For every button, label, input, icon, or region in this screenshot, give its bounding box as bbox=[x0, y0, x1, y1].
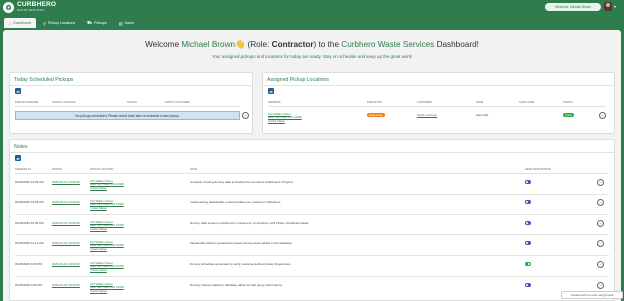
card-title: Today Scheduled Pickups bbox=[14, 77, 74, 83]
page-title: Welcome Michael Brown👋 (Role: Contractor… bbox=[145, 40, 479, 49]
more-options-button[interactable]: ⋯ bbox=[597, 220, 604, 227]
brand[interactable]: ♻ CURBHERO WASTE SERVICES bbox=[3, 2, 56, 13]
column-header[interactable]: PICKUP DATETIME bbox=[15, 101, 38, 104]
column-header[interactable]: NOTE bbox=[190, 168, 197, 171]
location-address[interactable]: 123 William Street New York, New York 10… bbox=[268, 112, 302, 123]
export-icon[interactable]: ⇄ bbox=[15, 88, 21, 94]
location-address[interactable]: 123 William Street New York, New York 10… bbox=[90, 199, 124, 210]
nav-tabs: ⌂ Dashboard ⚲ Pickup Locations ⛟ Pickups… bbox=[4, 18, 139, 29]
brand-name: CURBHERO bbox=[17, 1, 57, 9]
card-title: Notes bbox=[14, 144, 28, 150]
column-header[interactable]: GATE CODE bbox=[519, 101, 534, 104]
more-options-button[interactable]: ⋯ bbox=[597, 179, 604, 186]
more-options-button[interactable]: ⋯ bbox=[599, 112, 606, 119]
note-text: Implementing placeholder email templates… bbox=[190, 200, 282, 204]
column-header[interactable]: ADDRESS bbox=[268, 101, 281, 104]
location-address[interactable]: 123 William Street New York, New York 10… bbox=[90, 240, 124, 251]
tab-pickup-locations[interactable]: ⚲ Pickup Locations bbox=[38, 18, 80, 28]
notification-toggle[interactable] bbox=[525, 180, 531, 184]
note-text: Placeholder data for geolocation-based s… bbox=[190, 241, 293, 245]
customer-link[interactable]: Sarah Johnson bbox=[417, 113, 437, 117]
export-icon[interactable]: ⇄ bbox=[15, 155, 21, 161]
tab-pickups[interactable]: ⛟ Pickups bbox=[82, 18, 112, 28]
created-at: 04/25/2025 9:30 PM bbox=[15, 283, 43, 287]
welcome-pill: Welcome, Michael Brown bbox=[545, 3, 601, 11]
notification-toggle[interactable] bbox=[525, 200, 531, 204]
more-options-button[interactable]: ⋯ bbox=[597, 261, 604, 268]
note-text: Dummy indexes added to database tables f… bbox=[190, 283, 283, 287]
column-header[interactable]: STATUS bbox=[563, 101, 573, 104]
note-text: Dummy schedules generated to verify cust… bbox=[190, 262, 292, 266]
page-subtitle: Your assigned pickups and locations for … bbox=[211, 54, 413, 59]
note-text: Dummy data entries completed for Custome… bbox=[190, 221, 310, 225]
zone-value: Zone 001 bbox=[476, 113, 489, 117]
empty-message: No pickups scheduled. Please check back … bbox=[15, 111, 240, 120]
column-header[interactable]: PICKUP LOCATION bbox=[52, 101, 75, 104]
note-text: Currently creating dummy data to finaliz… bbox=[190, 180, 294, 184]
brand-tagline: WASTE SERVICES bbox=[17, 8, 45, 12]
more-options-button[interactable]: ⋯ bbox=[597, 199, 604, 206]
created-at: 04/25/2025 10:58 AM bbox=[15, 200, 44, 204]
column-header[interactable]: CUSTOMER bbox=[417, 101, 432, 104]
pickup-link[interactable]: 2025-04-30 10:30:00 bbox=[52, 262, 80, 266]
column-header[interactable]: ZONE bbox=[476, 101, 483, 104]
column-header[interactable]: NOTIFY CUSTOMER bbox=[165, 101, 190, 104]
created-at: 04/25/2025 9:30 PM bbox=[15, 262, 43, 266]
location-address[interactable]: 123 William Street New York, New York 10… bbox=[90, 220, 124, 231]
made-with-badge[interactable]: Created with no-code using Knack bbox=[561, 291, 623, 299]
tab-label: Notes bbox=[124, 21, 134, 25]
notification-toggle[interactable] bbox=[525, 262, 531, 266]
column-header[interactable]: PICKUP bbox=[52, 168, 62, 171]
location-address[interactable]: 123 William Street New York, New York 10… bbox=[90, 261, 124, 272]
pickup-link[interactable]: 2025-05-13 10:30:00 bbox=[52, 180, 80, 184]
notification-toggle[interactable] bbox=[525, 283, 531, 287]
map-pin-icon: ⚲ bbox=[43, 20, 46, 26]
notification-toggle[interactable] bbox=[525, 241, 531, 245]
column-header[interactable]: PICKUP DAY bbox=[367, 101, 382, 104]
more-options-button[interactable]: ⋯ bbox=[242, 112, 249, 119]
truck-icon: ⛟ bbox=[87, 20, 93, 25]
location-address[interactable]: 123 William Street New York, New York 10… bbox=[90, 282, 124, 293]
pickup-link[interactable]: 2025-04-30 10:30:00 bbox=[52, 283, 80, 287]
more-options-button[interactable]: ⋯ bbox=[597, 282, 604, 289]
tab-dashboard[interactable]: ⌂ Dashboard bbox=[4, 18, 37, 28]
home-icon: ⌂ bbox=[9, 20, 12, 26]
chevron-down-icon[interactable]: ▾ bbox=[614, 4, 616, 9]
pickup-link[interactable]: 2025-05-13 10:30:00 bbox=[52, 200, 80, 204]
export-icon[interactable]: ⇄ bbox=[268, 88, 274, 94]
more-options-button[interactable]: ⋯ bbox=[597, 240, 604, 247]
created-at: 04/25/2025 10:12 AM bbox=[15, 241, 44, 245]
created-at: 04/25/2025 10:56 AM bbox=[15, 221, 44, 225]
tab-label: Pickups bbox=[94, 21, 107, 25]
logo-icon: ♻ bbox=[3, 2, 14, 13]
pickup-day-badge: Wednesday bbox=[367, 113, 385, 117]
column-header[interactable]: PICKUP LOCATION bbox=[90, 168, 113, 171]
card-title: Assigned Pickup Locations bbox=[267, 77, 329, 83]
tab-label: Dashboard bbox=[13, 21, 32, 25]
status-badge: Active bbox=[563, 113, 575, 117]
column-header[interactable]: SEND NOTIFICATION bbox=[525, 168, 551, 171]
note-icon: ▤ bbox=[118, 20, 123, 26]
tab-label: Pickup Locations bbox=[47, 21, 76, 25]
column-header[interactable]: CREATED AT bbox=[15, 168, 31, 171]
user-avatar[interactable] bbox=[604, 2, 612, 11]
created-at: 04/25/2025 10:59 AM bbox=[15, 180, 44, 184]
column-header[interactable]: STATUS bbox=[127, 101, 137, 104]
notification-toggle[interactable] bbox=[525, 221, 531, 225]
tab-notes[interactable]: ▤ Notes bbox=[114, 18, 139, 28]
pickup-link[interactable]: 2025-04-30 10:30:00 bbox=[52, 241, 80, 245]
location-address[interactable]: 123 William Street New York, New York 10… bbox=[90, 179, 124, 190]
pickup-link[interactable]: 2025-04-30 10:30:00 bbox=[52, 221, 80, 225]
top-bar: ♻ CURBHERO WASTE SERVICES Welcome, Micha… bbox=[0, 0, 624, 17]
